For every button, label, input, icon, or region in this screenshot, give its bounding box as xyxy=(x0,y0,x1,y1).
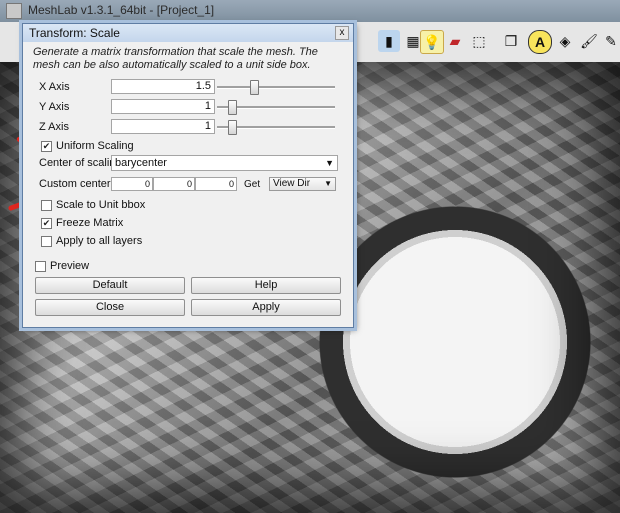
apply-all-layers-check[interactable] xyxy=(41,235,52,247)
help-button[interactable]: Help xyxy=(191,277,341,294)
cube-icon[interactable]: ⬚ xyxy=(468,30,490,52)
default-button[interactable]: Default xyxy=(35,277,185,294)
dialog-title: Transform: Scale xyxy=(23,24,353,42)
freeze-matrix-checkbox[interactable]: ✔ Freeze Matrix xyxy=(41,217,123,229)
scale-unit-bbox-label: Scale to Unit bbox xyxy=(56,199,146,211)
y-axis-slider[interactable] xyxy=(217,100,335,115)
x-axis-label: X Axis xyxy=(39,81,70,93)
box-icon[interactable]: ▮ xyxy=(378,30,400,52)
scale-unit-bbox-checkbox[interactable]: Scale to Unit bbox xyxy=(41,199,145,211)
apply-all-layers-checkbox[interactable]: Apply to all layers xyxy=(41,235,142,247)
red-tool-icon[interactable]: ▰ xyxy=(444,30,466,52)
chevron-down-icon: ▼ xyxy=(324,179,332,188)
annotation-a-icon[interactable]: A xyxy=(528,30,552,54)
transform-scale-dialog: Transform: Scale x Generate a matrix tra… xyxy=(22,23,354,328)
app-titlebar: MeshLab v1.3.1_64bit - [Project_1] xyxy=(0,0,620,22)
freeze-matrix-label: Freeze Matrix xyxy=(56,217,124,229)
uniform-scaling-checkbox[interactable]: ✔ Uniform Scaling xyxy=(41,140,134,152)
close-icon[interactable]: x xyxy=(335,26,349,40)
close-button[interactable]: Close xyxy=(35,299,185,316)
paint-icon[interactable]: 🖌 xyxy=(578,30,600,52)
x-axis-slider[interactable] xyxy=(217,80,335,95)
y-axis-slider-thumb[interactable] xyxy=(228,100,237,115)
sphere-icon[interactable]: ◈ xyxy=(554,30,576,52)
y-axis-label: Y Axis xyxy=(39,101,70,113)
z-axis-field[interactable]: 1 xyxy=(111,119,215,134)
center-select-value: barycenter xyxy=(115,157,167,169)
view-dir-value: View Dir xyxy=(273,178,311,189)
chevron-down-icon: ▼ xyxy=(325,158,334,168)
custom-center-x[interactable]: 0 xyxy=(111,177,153,191)
layers-icon[interactable]: ❐ xyxy=(500,30,522,52)
z-axis-label: Z Axis xyxy=(39,121,69,133)
freeze-matrix-check[interactable]: ✔ xyxy=(41,217,52,229)
preview-label: Preview xyxy=(50,260,90,272)
app-title: MeshLab v1.3.1_64bit - [Project_1] xyxy=(28,3,215,17)
y-axis-field[interactable]: 1 xyxy=(111,99,215,114)
z-axis-slider[interactable] xyxy=(217,120,335,135)
preview-check[interactable] xyxy=(35,260,46,272)
apply-all-layers-label: Apply to all layers xyxy=(56,235,143,247)
z-axis-slider-thumb[interactable] xyxy=(228,120,237,135)
brush-icon[interactable]: ✎ xyxy=(600,30,620,52)
uniform-scaling-check[interactable]: ✔ xyxy=(41,140,52,152)
custom-center-z[interactable]: 0 xyxy=(195,177,237,191)
x-axis-slider-thumb[interactable] xyxy=(250,80,259,95)
apply-button[interactable]: Apply xyxy=(191,299,341,316)
scale-unit-bbox-check[interactable] xyxy=(41,199,52,211)
app-icon xyxy=(6,3,22,19)
get-label: Get xyxy=(244,179,261,190)
center-select[interactable]: barycenter ▼ xyxy=(111,155,338,171)
x-axis-field[interactable]: 1.5 xyxy=(111,79,215,94)
dialog-description: Generate a matrix transformation that sc… xyxy=(33,46,318,71)
lightbulb-icon[interactable]: 💡 xyxy=(420,30,444,54)
uniform-scaling-label: Uniform Scaling xyxy=(56,140,134,152)
preview-checkbox[interactable]: Preview xyxy=(35,260,89,272)
custom-center-label: Custom center xyxy=(39,178,111,190)
view-dir-select[interactable]: View Dir ▼ xyxy=(269,177,336,191)
custom-center-y[interactable]: 0 xyxy=(153,177,195,191)
